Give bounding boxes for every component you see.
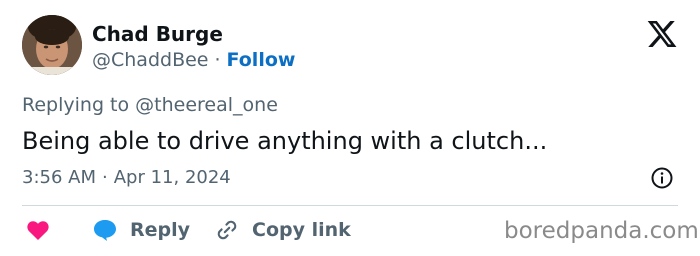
replying-to-handle[interactable]: @theereal_one — [135, 94, 278, 116]
like-button[interactable] — [26, 216, 50, 244]
tweet-timestamp[interactable]: 3:56 AM · Apr 11, 2024 — [22, 165, 231, 191]
author-name[interactable]: Chad Burge — [92, 21, 223, 47]
reply-label: Reply — [130, 219, 191, 241]
separator-dot: · — [102, 167, 108, 188]
heart-icon — [27, 221, 49, 240]
tweet-time: 3:56 AM — [22, 167, 96, 188]
copy-link-button[interactable]: Copy link — [214, 216, 351, 244]
author-handle[interactable]: @ChaddBee — [92, 49, 209, 71]
author-handle-line: @ChaddBee · Follow — [92, 47, 295, 73]
divider — [22, 205, 678, 206]
watermark: boredpanda.com — [504, 218, 699, 244]
info-icon[interactable] — [650, 166, 674, 190]
replying-to-label: Replying to — [22, 94, 130, 116]
copy-link-label: Copy link — [252, 219, 351, 241]
separator-dot: · — [214, 49, 221, 71]
avatar[interactable] — [22, 15, 82, 75]
x-logo-icon[interactable] — [646, 18, 678, 50]
link-icon — [217, 220, 237, 240]
reply-button[interactable]: Reply — [92, 216, 190, 244]
tweet-text: Being able to drive anything with a clut… — [22, 127, 548, 155]
follow-button[interactable]: Follow — [227, 49, 296, 71]
tweet-date: Apr 11, 2024 — [113, 167, 231, 188]
reply-bubble-icon — [94, 220, 116, 241]
replying-to: Replying to @theereal_one — [22, 92, 278, 118]
